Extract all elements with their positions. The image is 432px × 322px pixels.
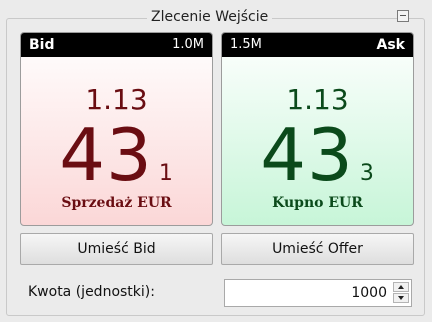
ask-price-fraction: 3 [359,161,375,186]
ask-price-prefix: 1.13 [286,83,349,116]
bid-price-fraction: 1 [158,161,174,186]
stepper-up-icon[interactable] [393,282,409,292]
place-bid-button[interactable]: Umieść Bid [20,233,213,265]
quantity-label: Kwota (jednostki): [28,284,155,300]
bid-action-caption: Sprzedaż EUR [61,195,172,211]
stepper-down-icon[interactable] [393,293,409,303]
ask-side-label: Ask [376,37,405,53]
ask-price-pips: 43 [260,113,354,197]
collapse-icon[interactable] [397,10,409,22]
ask-size: 1.5M [230,37,262,52]
quantity-value[interactable]: 1000 [351,280,387,306]
bid-header: Bid 1.0M [21,33,212,57]
ask-action-caption: Kupno EUR [272,195,363,211]
bid-price-prefix: 1.13 [85,83,148,116]
bid-price-pips: 43 [59,113,153,197]
ask-card[interactable]: 1.5M Ask 1.13 43 3 Kupno EUR [221,32,414,226]
quantity-field[interactable]: 1000 [224,279,412,307]
bid-side-label: Bid [29,37,55,53]
panel-title: Zlecenie Wejście [147,8,273,26]
bid-card[interactable]: Bid 1.0M 1.13 43 1 Sprzedaż EUR [20,32,213,226]
ask-header: 1.5M Ask [222,33,413,57]
bid-size: 1.0M [172,37,204,52]
place-offer-button[interactable]: Umieść Offer [221,233,414,265]
quantity-stepper[interactable] [393,282,409,304]
